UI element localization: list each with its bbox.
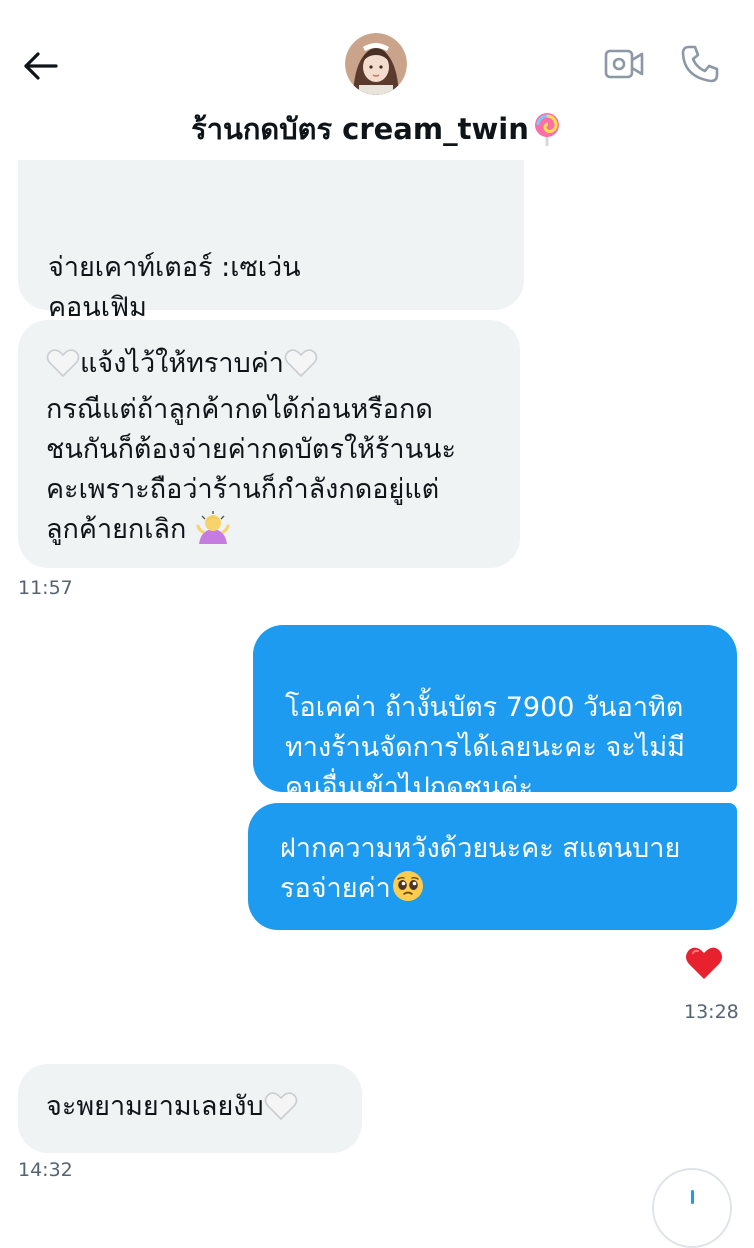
- avatar[interactable]: [345, 33, 407, 95]
- arrow-down-icon: [691, 1190, 694, 1204]
- message-timestamp: 13:28: [684, 1001, 739, 1023]
- incoming-message[interactable]: จะพยามยามเลยงับ: [18, 1064, 362, 1153]
- message-text: โอเคค่า ถ้างั้นบัตร 7900 วันอาทิต ทางร้า…: [285, 692, 685, 803]
- back-arrow-icon: [24, 52, 58, 80]
- lollipop-icon: [531, 112, 563, 146]
- video-call-icon: [604, 49, 644, 79]
- white-heart-icon: [264, 1091, 298, 1133]
- phone-icon: [681, 45, 719, 83]
- message-text: จะพยามยามเลยงับ: [46, 1091, 264, 1122]
- red-heart-icon[interactable]: [684, 944, 724, 982]
- pleading-face-icon: [391, 869, 425, 915]
- page-title: ร้านกดบัตร cream_twin: [0, 106, 754, 152]
- outgoing-message[interactable]: โอเคค่า ถ้างั้นบัตร 7900 วันอาทิต ทางร้า…: [253, 625, 737, 803]
- person-bowing-icon: [195, 510, 231, 556]
- message-timestamp: 11:57: [18, 577, 73, 599]
- message-timestamp: 14:32: [18, 1159, 73, 1181]
- video-call-button[interactable]: [600, 42, 648, 86]
- conversation-name: ร้านกดบัตร cream_twin: [191, 112, 529, 146]
- scroll-down-button[interactable]: [652, 1168, 732, 1248]
- avatar-image: [345, 33, 407, 95]
- back-button[interactable]: [16, 44, 64, 88]
- message-text: กรณีแต่ถ้าลูกค้ากดได้ก่อนหรือกด ชนกันก็ต…: [46, 394, 457, 545]
- message-text: ฝากความหวังด้วยนะคะ สแตนบาย รอจ่ายค่า: [280, 833, 681, 904]
- white-heart-icon: [46, 348, 80, 390]
- outgoing-message[interactable]: ฝากความหวังด้วยนะคะ สแตนบาย รอจ่ายค่า: [248, 803, 737, 930]
- message-text-line1: แจ้งไว้ให้ทราบค่า: [80, 348, 284, 379]
- phone-call-button[interactable]: [676, 40, 724, 88]
- conversation-header: ร้านกดบัตร cream_twin: [0, 0, 754, 160]
- message-text: จ่ายเคาท์เตอร์ :เซเว่น คอนเฟิม: [48, 252, 301, 323]
- incoming-message[interactable]: แจ้งไว้ให้ทราบค่า กรณีแต่ถ้าลูกค้ากดได้ก…: [18, 320, 520, 568]
- white-heart-icon: [284, 348, 318, 390]
